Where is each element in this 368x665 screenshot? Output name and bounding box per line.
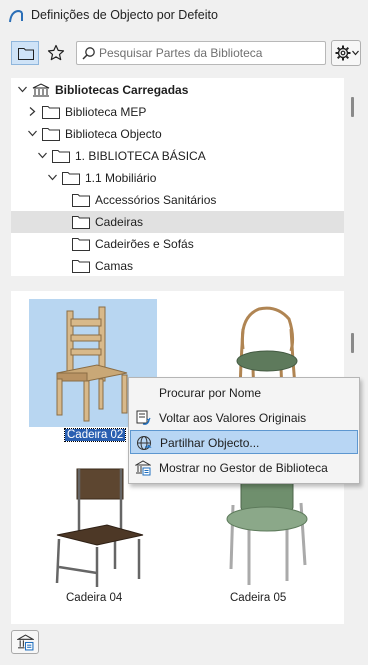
menu-item-reset-defaults[interactable]: Voltar aos Valores Originais: [130, 406, 358, 430]
folder-icon: [42, 106, 60, 119]
search-input[interactable]: Pesquisar Partes da Biblioteca: [76, 41, 326, 65]
chevron-down-icon: [352, 50, 359, 56]
library-manager-button[interactable]: [11, 630, 39, 654]
folder-icon: [62, 172, 80, 185]
chevron-down-icon: [28, 130, 37, 137]
folder-icon: [42, 128, 60, 141]
menu-item-share-object[interactable]: Partilhar Objecto...: [130, 430, 358, 454]
tree-item-chairs[interactable]: Cadeiras: [11, 211, 344, 233]
library-building-icon: [32, 83, 50, 97]
folder-icon: [72, 194, 90, 207]
tree-item-basic-library[interactable]: 1. BIBLIOTECA BÁSICA: [11, 145, 344, 167]
star-icon: [47, 44, 65, 61]
tree-item-label: Biblioteca MEP: [65, 105, 147, 119]
window-title: Definições de Objecto por Defeito: [31, 8, 218, 22]
menu-item-label: Procurar por Nome: [159, 386, 262, 400]
folder-icon: [18, 48, 34, 60]
context-menu: Procurar por Nome Voltar aos Valores Ori…: [128, 377, 360, 484]
gallery-caption-chair-04: Cadeira 04: [66, 592, 123, 604]
folder-icon: [72, 216, 90, 229]
tree-item-label: Cadeiras: [95, 215, 144, 229]
settings-menu-button[interactable]: [331, 40, 361, 66]
library-manager-icon: [135, 460, 151, 476]
tree-item-label: Camas: [95, 259, 134, 273]
tree-item-furniture[interactable]: 1.1 Mobiliário: [11, 167, 344, 189]
tree-item-loaded-libraries[interactable]: Bibliotecas Carregadas: [11, 79, 344, 101]
archicad-logo-icon: [9, 9, 23, 23]
tree-item-mep-library[interactable]: Biblioteca MEP: [11, 101, 344, 123]
chevron-right-icon: [29, 107, 36, 116]
tree-item-label: 1. BIBLIOTECA BÁSICA: [75, 149, 206, 163]
chevron-down-icon: [18, 86, 27, 93]
gallery-caption-chair-02[interactable]: Cadeira 02: [63, 428, 127, 442]
toolbar: Pesquisar Partes da Biblioteca: [0, 32, 368, 72]
folder-icon: [52, 150, 70, 163]
title-bar: Definições de Objecto por Defeito: [0, 0, 368, 32]
tree-scrollbar[interactable]: [351, 97, 354, 117]
library-tree: Bibliotecas Carregadas Biblioteca MEP Bi…: [11, 78, 344, 276]
tree-item-beds[interactable]: Camas: [11, 255, 344, 276]
tree-item-armchairs-sofas[interactable]: Cadeirões e Sofás: [11, 233, 344, 255]
revert-icon: [136, 410, 151, 425]
tree-item-label: Biblioteca Objecto: [65, 127, 162, 141]
tree-item-label: Cadeirões e Sofás: [95, 237, 194, 251]
folder-icon: [72, 238, 90, 251]
tree-item-label: 1.1 Mobiliário: [85, 171, 157, 185]
menu-item-label: Mostrar no Gestor de Biblioteca: [159, 461, 328, 475]
menu-item-label: Partilhar Objecto...: [160, 436, 260, 450]
tree-item-label: Bibliotecas Carregadas: [55, 83, 189, 97]
gallery-caption-chair-05: Cadeira 05: [230, 592, 287, 604]
tree-item-sanitary-accessories[interactable]: Accessórios Sanitários: [11, 189, 344, 211]
menu-item-label: Voltar aos Valores Originais: [159, 411, 307, 425]
folder-icon: [72, 260, 90, 273]
tree-item-object-library[interactable]: Biblioteca Objecto: [11, 123, 344, 145]
tree-item-label: Accessórios Sanitários: [95, 193, 217, 207]
folder-view-button[interactable]: [11, 41, 39, 65]
menu-item-show-in-library-manager[interactable]: Mostrar no Gestor de Biblioteca: [130, 456, 358, 480]
search-placeholder: Pesquisar Partes da Biblioteca: [99, 46, 263, 60]
menu-item-search-by-name[interactable]: Procurar por Nome: [130, 381, 358, 405]
favorites-button[interactable]: [42, 41, 70, 65]
share-globe-icon: [137, 436, 152, 450]
chevron-down-icon: [48, 174, 57, 181]
chevron-down-icon: [38, 152, 47, 159]
library-manager-icon: [17, 634, 34, 651]
gear-icon: [335, 45, 351, 61]
gallery-scrollbar[interactable]: [351, 333, 354, 353]
search-icon: [82, 47, 95, 60]
